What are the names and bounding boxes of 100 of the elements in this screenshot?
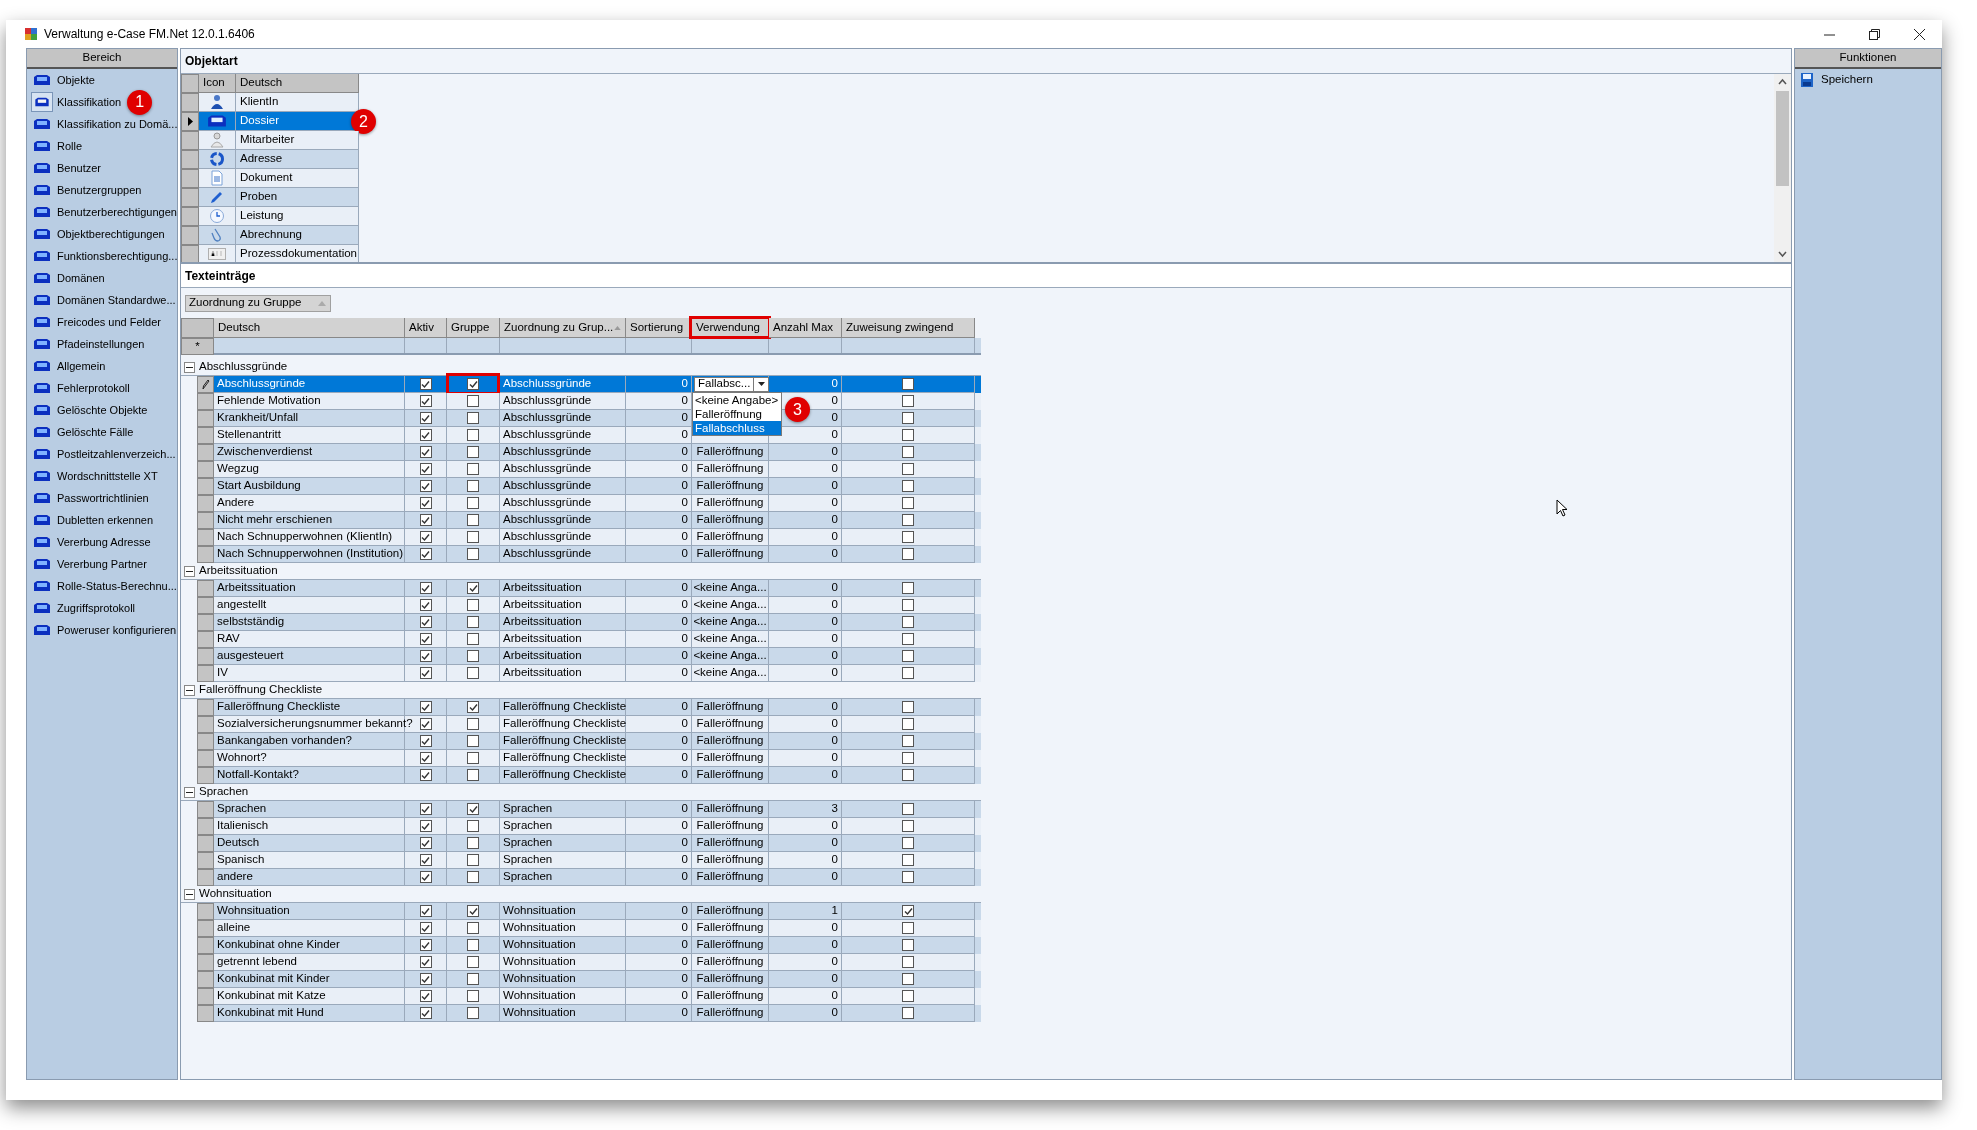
table-cell-text: 0 [831,614,838,630]
table-cell-text: <keine Anga... [693,631,767,647]
new-row-marker: * [181,338,214,355]
sidebar-label: Wordschnittstelle XT [57,468,158,484]
table-cell-text: 0 [681,954,688,970]
panel-title: Texteinträge [181,264,1791,288]
table-cell-text: 0 [681,580,688,596]
table-cell-text: 0 [681,818,688,834]
table-cell-text: Falleröffnung Checkliste [503,699,627,715]
sidebar-label: Vererbung Partner [57,556,147,572]
table-cell-text: Wohnsituation [503,988,576,1004]
table-cell-text: Abschlussgründe [503,546,592,562]
sidebar-label: Vererbung Adresse [57,534,151,550]
table-cell-text: 0 [831,1005,838,1021]
table-cell-text: Falleröffnung [696,1005,764,1021]
table-cell-text: 0 [831,818,838,834]
table-cell-text: Falleröffnung [696,937,764,953]
table-cell-text: Nach Schnupperwohnen (KlientIn) [217,529,393,545]
table-cell-text: 0 [681,444,688,460]
table-cell-text: Nach Schnupperwohnen (Institution) [217,546,404,562]
table-cell-text: Falleröffnung [696,512,764,528]
table-cell-text: selbstständig [217,614,285,630]
table-cell-text: <keine Anga... [693,580,767,596]
table-cell-text: Falleröffnung Checkliste [503,767,627,783]
table-cell-text: Arbeitssituation [503,665,582,681]
functions-header: Funktionen [1795,49,1941,69]
table-cell-text: Zwischenverdienst [217,444,313,460]
table-cell-text: 0 [831,444,838,460]
sidebar-label: Benutzergruppen [57,182,142,198]
table-cell-text: Bankangaben vorhanden? [217,733,352,749]
table-cell-text: 0 [831,954,838,970]
sidebar-label: Gelöschte Fälle [57,424,134,440]
table-cell-text: 3 [831,801,838,817]
table-cell-text: <keine Anga... [693,614,767,630]
table-cell-text: 0 [831,665,838,681]
table-cell-text: Arbeitssituation [217,580,296,596]
table-cell-text: 0 [681,835,688,851]
table-cell-text: 0 [681,495,688,511]
table-cell-text: 0 [831,869,838,885]
sidebar-label: Poweruser konfigurieren [57,622,177,638]
table-cell-text: Falleröffnung Checkliste [503,733,627,749]
table-cell-text: Start Ausbildung [217,478,301,494]
table-cell-text: Falleröffnung [696,852,764,868]
table-cell-text: 0 [681,937,688,953]
table-cell-text: 0 [681,512,688,528]
sidebar-label: Postleitzahlenverzeich... [57,446,176,462]
table-cell-text: 0 [831,393,838,409]
table-cell-text: Sprachen [503,852,553,868]
sidebar-label: Objekte [57,72,95,88]
table-cell-text: 0 [681,546,688,562]
table-cell-text: Falleröffnung Checkliste [503,716,627,732]
table-cell-text: Abschlussgründe [503,512,592,528]
sidebar-label: Funktionsberechtigung... [57,248,178,264]
table-cell-text: 0 [681,767,688,783]
table-cell-text: 0 [831,988,838,1004]
table-cell-text: Falleröffnung [696,801,764,817]
table-cell-text: 0 [831,920,838,936]
table-cell-text: Wohnsituation [503,971,576,987]
table-cell-text: 0 [681,631,688,647]
table-cell-text: 0 [681,648,688,664]
table-cell-text: 0 [681,376,688,392]
table-cell-text: Wohnsituation [217,903,290,919]
table-cell-text: IV [217,665,228,681]
table-cell-text: 0 [681,529,688,545]
table-cell-text: 0 [681,410,688,426]
table-cell-text: Arbeitssituation [503,631,582,647]
table-cell-text: Konkubinat mit Katze [217,988,326,1004]
table-cell-text: alleine [217,920,251,936]
table-cell-text: RAV [217,631,240,647]
sidebar-label: Allgemein [57,358,106,374]
table-cell-text: <keine Anga... [693,665,767,681]
table-cell-text: 0 [831,495,838,511]
table-cell-text: 0 [681,716,688,732]
table-cell-text: Falleröffnung [696,461,764,477]
table-cell-text: Abschlussgründe [217,376,306,392]
table-cell-text: 0 [681,801,688,817]
table-cell-text: Sprachen [503,869,553,885]
table-cell-text: Arbeitssituation [503,648,582,664]
table-cell-text: 0 [681,699,688,715]
sidebar-label: Objektberechtigungen [57,226,165,242]
table-cell-text: Falleröffnung [696,733,764,749]
table-cell-text: ausgesteuert [217,648,284,664]
table-cell-text: Wohnsituation [503,920,576,936]
table-cell-text: 0 [681,597,688,613]
table-cell-text: 1 [831,903,838,919]
table-cell-text: Andere [217,495,255,511]
table-cell-text: 0 [681,614,688,630]
table-cell-text: Italienisch [217,818,269,834]
table-cell-text: 0 [831,512,838,528]
table-cell-text: 0 [681,869,688,885]
table-cell-text: 0 [681,665,688,681]
table-cell-text: Fehlende Motivation [217,393,321,409]
table-cell-text: 0 [831,716,838,732]
table-cell-text: 0 [681,750,688,766]
table-cell-text: 0 [681,852,688,868]
table-cell-text: Wohnsituation [503,1005,576,1021]
group-label: Sprachen [199,784,249,800]
sidebar-label: Gelöschte Objekte [57,402,148,418]
table-cell-text: 0 [681,920,688,936]
window-title: Verwaltung e-Case FM.Net 12.0.1.6406 [44,26,255,43]
